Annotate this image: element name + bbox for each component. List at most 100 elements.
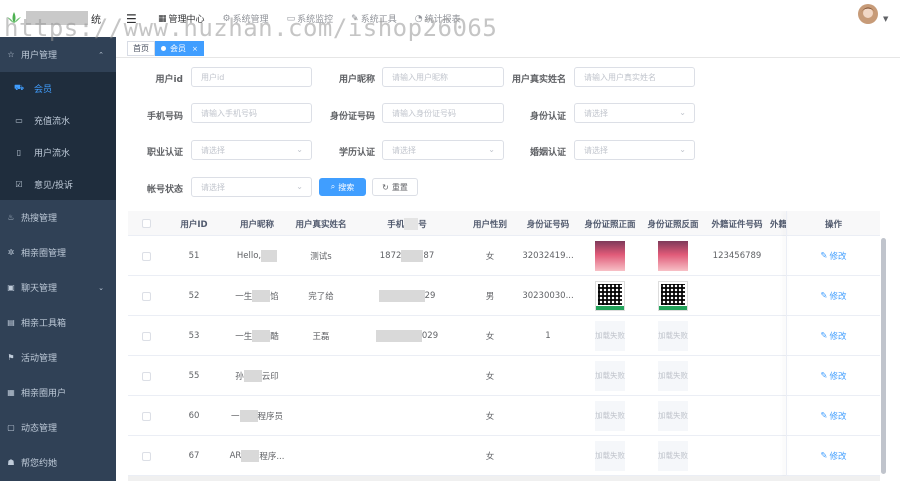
caret-down-icon[interactable]: ▼: [883, 15, 888, 23]
reset-button[interactable]: ↻ 重置: [372, 178, 418, 196]
row-checkbox[interactable]: [141, 411, 151, 421]
cell-user-id: 51: [188, 251, 200, 261]
top-menu-item[interactable]: ⚙ 系统管理: [223, 12, 269, 26]
edit-button[interactable]: ✎ 修改: [820, 410, 846, 422]
card-icon: ▭: [15, 115, 23, 125]
sidebar-group[interactable]: ✲ 相亲圈管理: [0, 235, 116, 270]
sidebar-item[interactable]: ☑ 意见/投诉: [0, 168, 116, 200]
sidebar-group[interactable]: ♨ 热搜管理: [0, 200, 116, 235]
nickname-prefix: AR: [229, 451, 242, 461]
sidebar-item[interactable]: ▯ 用户流水: [0, 136, 116, 168]
close-icon[interactable]: ×: [192, 45, 198, 53]
edit-button[interactable]: ✎ 修改: [820, 290, 846, 302]
top-menu-item[interactable]: ▭ 系统监控: [286, 12, 334, 26]
sidebar-group[interactable]: ⚑ 活动管理: [0, 340, 116, 375]
cell-phone: 29: [352, 276, 462, 316]
redacted-block: [378, 290, 425, 302]
search-icon: ⌕: [330, 182, 336, 191]
id-front-image-load-failed: 加载失败: [595, 321, 625, 351]
table-row[interactable]: 60 一 程序员 女 加载失败 加载失败 ✎ 修改: [128, 396, 880, 436]
vertical-scrollbar[interactable]: [880, 236, 888, 481]
sidebar-item[interactable]: ⛟ 会员: [0, 72, 116, 104]
sidebar-group[interactable]: ▦ 相亲圈用户: [0, 375, 116, 410]
search-button[interactable]: ⌕ 搜索: [319, 178, 366, 196]
row-select-cell: [128, 436, 164, 476]
edit-button[interactable]: ✎ 修改: [820, 330, 846, 342]
edit-button[interactable]: ✎ 修改: [820, 450, 846, 462]
row-checkbox[interactable]: [141, 451, 151, 461]
chart-icon: ◔: [414, 13, 423, 24]
edit-label: 修改: [829, 412, 847, 422]
sidebar-group-label: 聊天管理: [21, 284, 58, 294]
col-gender: 用户性别: [472, 219, 507, 230]
row-checkbox[interactable]: [141, 291, 151, 301]
col-id-back: 身份证照反面: [647, 219, 699, 230]
nickname-suffix: 酷: [270, 332, 279, 342]
sidebar: ☆ 用户管理 ⌃ ⛟ 会员 ▭ 充值流水 ▯ 用户流水 ☑ 意见/投诉 ♨ 热搜管理 ✲ 相亲圈管理 ▣ 聊天管…: [0, 37, 116, 481]
user-avatar[interactable]: [858, 4, 878, 24]
marry-auth-select[interactable]: 请选择 ⌄: [574, 140, 695, 160]
tag-home[interactable]: 首页: [127, 41, 155, 56]
job-auth-select[interactable]: 请选择 ⌄: [191, 140, 312, 160]
chevron-down-icon: ⌄: [296, 182, 303, 191]
cell-gender: 女: [485, 332, 495, 342]
active-dot-icon: [161, 46, 166, 51]
phone-input[interactable]: 请输入手机号码: [191, 103, 312, 123]
cell-realname: 测试s: [310, 252, 332, 262]
top-navbar: 统 ☰ ▦ 管理中心 ⚙ 系统管理 ▭ 系统监控 ✎ 系统工具 ◔ 统计报表 ▼: [0, 0, 900, 37]
cell-id-back: [642, 276, 704, 316]
row-checkbox[interactable]: [141, 371, 151, 381]
tool-icon: ✎: [351, 13, 359, 24]
sidebar-item-label: 充值流水: [34, 116, 71, 127]
id-front-image[interactable]: [595, 241, 625, 271]
scrollbar-thumb[interactable]: [881, 238, 886, 474]
search-button-label: 搜索: [338, 182, 355, 192]
account-status-select[interactable]: 请选择 ⌄: [191, 177, 312, 197]
sidebar-group[interactable]: ▣ 聊天管理 ⌄: [0, 270, 116, 305]
brand-name-suffix: 统: [91, 15, 101, 26]
redacted-block: [261, 250, 278, 262]
select-all-checkbox[interactable]: [141, 219, 151, 228]
cell-foreign-id: [704, 436, 770, 476]
id-back-image[interactable]: [658, 281, 688, 311]
sidebar-group[interactable]: ▤ 相亲工具箱: [0, 305, 116, 340]
col-foreign-id: 外籍证件号码: [711, 219, 763, 230]
sidebar-group-label: 动态管理: [21, 424, 58, 434]
horizontal-scrollbar[interactable]: [128, 476, 880, 481]
monitor-icon: ▭: [286, 13, 296, 24]
id-auth-select[interactable]: 请选择 ⌄: [574, 103, 695, 123]
nickname-suffix: 程序员: [257, 412, 284, 422]
top-menu-item[interactable]: ✎ 系统工具: [351, 12, 397, 26]
cell-operation: ✎ 修改: [787, 356, 880, 396]
tag-member[interactable]: 会员 ×: [155, 41, 204, 56]
row-checkbox[interactable]: [141, 251, 151, 261]
id-back-image[interactable]: [658, 241, 688, 271]
row-checkbox[interactable]: [141, 331, 151, 341]
sidebar-group[interactable]: ☗ 帮您约她: [0, 445, 116, 480]
table-row[interactable]: 67 AR 程序... 女 加载失败 加载失败 ✎ 修改: [128, 436, 880, 476]
sidebar-item[interactable]: ▭ 充值流水: [0, 104, 116, 136]
cell-operation: ✎ 修改: [787, 396, 880, 436]
table-row[interactable]: 53 一生 酷 王磊 029 女 1 加载失败 加载失败 ✎ 修改: [128, 316, 880, 356]
id-front-image[interactable]: [595, 281, 625, 311]
cell-phone: [352, 436, 462, 476]
sidebar-item-label: 会员: [34, 84, 53, 95]
edit-button[interactable]: ✎ 修改: [820, 250, 846, 262]
sidebar-group[interactable]: ☆ 用户管理 ⌃: [0, 37, 116, 72]
member-table: 用户ID 用户昵称 用户真实姓名 手机 号 用户性别 身份证号码 身份证照正面 …: [128, 211, 880, 481]
hamburger-menu-icon[interactable]: ☰: [126, 12, 137, 26]
table-row[interactable]: 51 Hello, 测试s 1872 87 女 32032419... 123456789 ✎ 修…: [128, 236, 880, 276]
marry-auth-placeholder: 请选择: [584, 145, 608, 155]
realname-input[interactable]: 请输入用户真实姓名: [574, 67, 695, 87]
sidebar-group[interactable]: ▢ 动态管理: [0, 410, 116, 445]
select-all-cell: [128, 211, 164, 236]
edit-label: 修改: [829, 452, 847, 462]
top-menu-item[interactable]: ▦ 管理中心: [158, 12, 205, 26]
table-row[interactable]: 52 一生 馅 完了给 29 男 30230030... ✎ 修改: [128, 276, 880, 316]
top-menu-item[interactable]: ◔ 统计报表: [414, 12, 461, 26]
marry-auth-label: 婚姻认证: [529, 148, 566, 158]
user-id-input[interactable]: 用户id: [191, 67, 312, 87]
table-row[interactable]: 55 孙 云印 女 加载失败 加载失败 ✎ 修改: [128, 356, 880, 396]
edit-button[interactable]: ✎ 修改: [820, 370, 846, 382]
id-back-image-load-failed: 加载失败: [658, 401, 688, 431]
